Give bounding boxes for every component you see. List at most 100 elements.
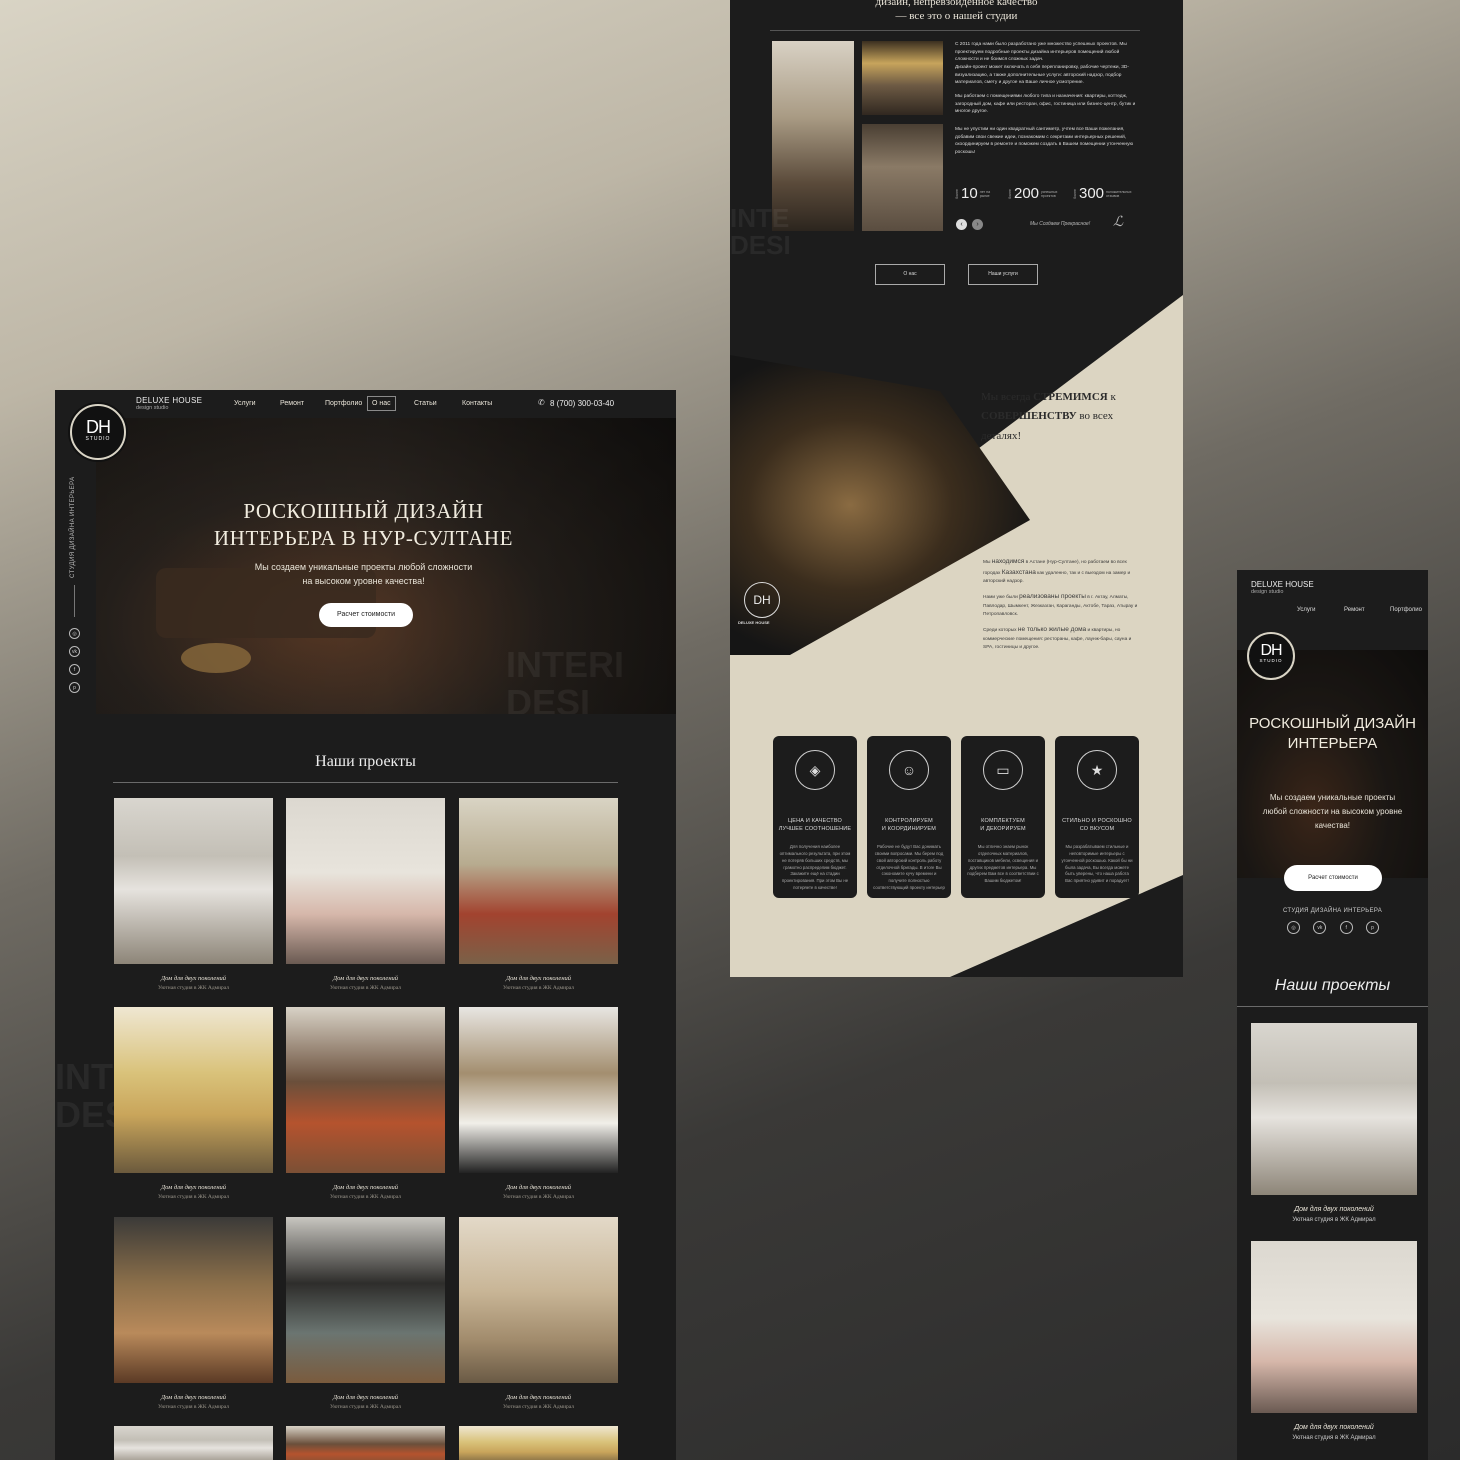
project-image[interactable] — [459, 798, 618, 964]
phone-number[interactable]: 8 (700) 300-03-40 — [550, 399, 614, 408]
project-image[interactable] — [114, 1217, 273, 1383]
project-image[interactable] — [286, 1217, 445, 1383]
services-button[interactable]: Наши услуги — [968, 264, 1038, 285]
hero-subtitle-line1: Мы создаем уникальные проекты любой слож… — [254, 562, 473, 572]
mission-line1-b: СТРЕМИМСЯ — [1033, 391, 1108, 403]
hero-title: РОСКОШНЫЙ ДИЗАЙН ИНТЕРЬЕРА В НУР-СУЛТАНЕ — [96, 498, 631, 553]
stat-projects-label: успешных проектов — [1041, 189, 1058, 198]
mission-p1-b: находимся — [991, 558, 1025, 565]
signature-text: Мы Создаем Прекрасное! — [1030, 221, 1091, 227]
mobile-hero-overlay — [1237, 650, 1428, 878]
vk-icon[interactable]: vk — [69, 646, 80, 657]
feature-title: КОНТРОЛИРУЕМ И КООРДИНИРУЕМ — [867, 818, 951, 834]
feature-title-line1: ЦЕНА И КАЧЕСТВО — [787, 818, 843, 824]
instagram-icon[interactable]: ◎ — [69, 628, 80, 639]
mobile-logo[interactable]: DH STUDIO — [1247, 632, 1295, 680]
mobile-project-title-1[interactable]: Дом для двух поколений — [1251, 1206, 1417, 1213]
project-image[interactable] — [459, 1217, 618, 1383]
mobile-brand-name[interactable]: DELUXE HOUSE — [1251, 580, 1314, 589]
collage-image-2 — [862, 41, 943, 115]
feature-title: КОМПЛЕКТУЕМ И ДЕКОРИРУЕМ — [961, 818, 1045, 834]
about-heading: дизайн, непревзойденное качество — все э… — [770, 0, 1143, 24]
project-image[interactable] — [459, 1426, 618, 1460]
project-subtitle: Уютная студия в ЖК Адмирал — [329, 1404, 402, 1410]
stat-projects: более 200 успешных проектов — [1008, 185, 1065, 202]
pinterest-icon[interactable]: p — [69, 682, 80, 693]
nav-services[interactable]: Услуги — [234, 400, 256, 407]
feature-title-line1: СТИЛЬНО И РОСКОШНО — [1062, 818, 1132, 824]
mobile-logo-sub: STUDIO — [1259, 658, 1283, 663]
feature-desc: Мы отлично знаем рынок отделочных матери… — [967, 843, 1039, 884]
worker-icon: ☺ — [889, 750, 929, 790]
magazine-logo-mark: DH — [753, 593, 771, 607]
project-title[interactable]: Дом для двух поколений — [286, 1394, 445, 1401]
project-image[interactable] — [286, 1426, 445, 1460]
project-image[interactable] — [114, 1426, 273, 1460]
mission-paragraph-1: Мы находимся в Астане (Нур-Султане), но … — [983, 557, 1143, 586]
mission-p2-b: реализованы проекты — [1019, 593, 1086, 601]
prev-arrow-button[interactable]: ‹ — [956, 219, 967, 230]
feature-card-style: ★ СТИЛЬНО И РОСКОШНО СО ВКУСОМ Мы разраба… — [1055, 736, 1139, 898]
stat-years-pre: более — [955, 188, 959, 199]
collage-image-3 — [862, 124, 943, 231]
nav-portfolio[interactable]: Портфолио — [325, 400, 362, 407]
hero-title-line2: ИНТЕРЬЕРА В НУР-СУЛТАНЕ — [213, 526, 514, 551]
brand-name[interactable]: DELUXE HOUSE — [136, 396, 202, 405]
logo-mark: DH — [86, 417, 111, 437]
stat-reviews-pre: более — [1073, 188, 1077, 199]
mobile-facebook-icon[interactable]: f — [1339, 921, 1353, 934]
project-title[interactable]: Дом для двух поколений — [114, 1394, 273, 1401]
price-tag-icon: ◈ — [795, 750, 835, 790]
mobile-instagram-icon[interactable]: ◎ — [1287, 921, 1300, 934]
project-title[interactable]: Дом для двух поколений — [114, 975, 273, 982]
project-image[interactable] — [114, 1007, 273, 1173]
mobile-hero-title-line1: РОСКОШНЫЙ ДИЗАЙН — [1249, 715, 1416, 732]
project-image[interactable] — [286, 798, 445, 964]
project-title[interactable]: Дом для двух поколений — [459, 975, 618, 982]
project-image[interactable] — [286, 1007, 445, 1173]
project-image[interactable] — [459, 1007, 618, 1173]
project-title[interactable]: Дом для двух поколений — [459, 1394, 618, 1401]
about-button[interactable]: О нас — [875, 264, 945, 285]
project-title[interactable]: Дом для двух поколений — [114, 1184, 273, 1191]
sofa-icon: ▭ — [983, 750, 1023, 790]
facebook-icon[interactable]: f — [69, 664, 80, 675]
mission-line2: СОВЕРШЕНСТВУ во всех — [981, 407, 1161, 426]
mobile-nav-portfolio[interactable]: Портфолио — [1390, 607, 1422, 613]
project-title[interactable]: Дом для двух поколений — [459, 1184, 618, 1191]
feature-title-line1: КОМПЛЕКТУЕМ — [981, 818, 1025, 824]
mobile-project-title-2[interactable]: Дом для двух поколений — [1251, 1424, 1417, 1431]
project-image[interactable] — [114, 798, 273, 964]
mobile-pinterest-icon[interactable]: p — [1365, 921, 1379, 934]
mission-heading: Мы всегда СТРЕМИМСЯ к СОВЕРШЕНСТВУ во вс… — [981, 388, 1161, 446]
nav-articles[interactable]: Статьи — [414, 400, 437, 407]
project-subtitle: Уютная студия в ЖК Адмирал — [329, 985, 402, 991]
mission-line1-a: Мы всегда — [981, 391, 1034, 403]
hero-watermark-line2: DESI — [506, 681, 591, 714]
project-title[interactable]: Дом для двух поколений — [286, 975, 445, 982]
project-subtitle: Уютная студия в ЖК Адмирал — [157, 1194, 230, 1200]
nav-about[interactable]: О нас — [367, 396, 396, 411]
project-subtitle: Уютная студия в ЖК Адмирал — [157, 985, 230, 991]
mobile-cta-button[interactable]: Расчет стоимости — [1284, 865, 1382, 891]
next-arrow-button[interactable]: › — [972, 219, 983, 230]
project-title[interactable]: Дом для двух поколений — [286, 1184, 445, 1191]
mission-p3-b: не только жилые дома — [1017, 625, 1087, 633]
hero-cta-button[interactable]: Расчет стоимости — [319, 603, 413, 627]
projects-heading-rule — [113, 782, 618, 783]
mobile-project-image-1[interactable] — [1251, 1023, 1417, 1195]
magazine-logo: DH — [744, 582, 780, 618]
mobile-hero-banner — [1237, 650, 1428, 878]
nav-contacts[interactable]: Контакты — [462, 400, 492, 407]
logo[interactable]: DH STUDIO — [70, 404, 126, 460]
mobile-nav-repair[interactable]: Ремонт — [1344, 607, 1365, 613]
mobile-project-image-2[interactable] — [1251, 1241, 1417, 1413]
about-page: дизайн, непревзойденное качество — все э… — [730, 0, 1183, 977]
mobile-nav-services[interactable]: Услуги — [1297, 607, 1315, 613]
mobile-vk-icon[interactable]: vk — [1313, 921, 1327, 934]
project-subtitle: Уютная студия в ЖК Адмирал — [502, 985, 575, 991]
about-paragraph-2: Мы работаем с помещениями любого типа и … — [955, 94, 1136, 115]
stat-years-label: лет на рынке — [979, 189, 991, 198]
stat-years-num: 10 — [961, 185, 978, 202]
nav-repair[interactable]: Ремонт — [280, 400, 304, 407]
